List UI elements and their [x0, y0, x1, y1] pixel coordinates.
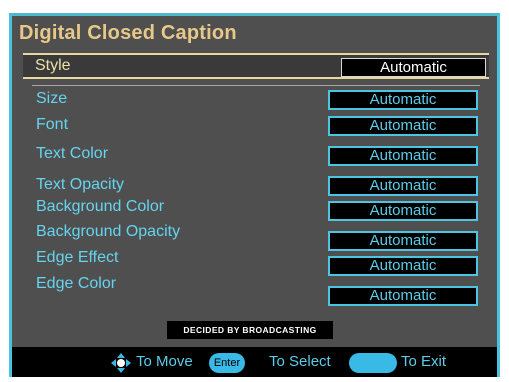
broadcast-notice: DECIDED BY BROADCASTING	[167, 321, 333, 339]
text-color-value-box[interactable]: Automatic	[328, 146, 478, 166]
four-way-arrow-icon	[111, 353, 131, 373]
size-value-box[interactable]: Automatic	[328, 90, 478, 110]
style-row[interactable]: Style Automatic	[23, 53, 489, 79]
menu-title: Digital Closed Caption	[19, 22, 237, 44]
text-opacity-label: Text Opacity	[36, 176, 125, 193]
edge-color-value-box[interactable]: Automatic	[328, 286, 478, 306]
exit-key-icon	[349, 353, 397, 373]
divider	[32, 85, 480, 86]
enter-key-icon: Enter	[209, 353, 245, 373]
font-value-box[interactable]: Automatic	[328, 116, 478, 136]
select-hint-label: To Select	[269, 353, 331, 370]
caption-menu-panel: Digital Closed Caption Style Automatic S…	[9, 13, 500, 377]
exit-hint-label: To Exit	[401, 353, 447, 370]
move-hint-label: To Move	[136, 353, 193, 370]
background-color-label: Background Color	[36, 198, 165, 215]
edge-effect-value-box[interactable]: Automatic	[328, 256, 478, 276]
background-opacity-label: Background Opacity	[36, 223, 181, 240]
footer-bar: To Move Enter To Select To Exit	[12, 347, 497, 377]
text-color-label: Text Color	[36, 145, 109, 162]
title-bar: Digital Closed Caption	[12, 16, 497, 52]
edge-color-label: Edge Color	[36, 275, 117, 292]
style-value-box[interactable]: Automatic	[341, 58, 486, 77]
style-label: Style	[35, 57, 71, 74]
background-opacity-value-box[interactable]: Automatic	[328, 231, 478, 251]
text-opacity-value-box[interactable]: Automatic	[328, 176, 478, 196]
edge-effect-label: Edge Effect	[36, 249, 119, 266]
background-color-value-box[interactable]: Automatic	[328, 201, 478, 221]
size-label: Size	[36, 90, 68, 107]
font-label: Font	[36, 116, 69, 133]
